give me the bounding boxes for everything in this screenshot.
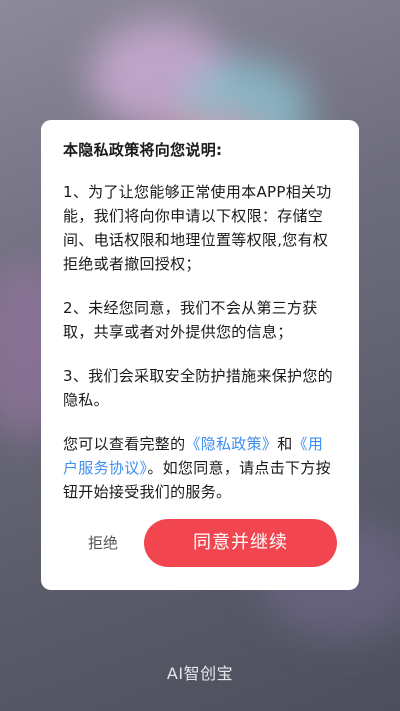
policy-prefix-text: 您可以查看完整的 xyxy=(63,435,186,453)
permission-paragraph: 1、为了让您能够正常使用本APP相关功能，我们将向你申请以下权限：存储空间、电话… xyxy=(63,183,332,273)
dialog-actions: 拒绝 同意并继续 xyxy=(41,519,359,567)
privacy-dialog: 本隐私政策将向您说明: 1、为了让您能够正常使用本APP相关功能，我们将向你申请… xyxy=(41,120,359,590)
security-paragraph: 3、我们会采取安全防护措施来保护您的隐私。 xyxy=(63,367,333,409)
and-text: 和 xyxy=(277,435,293,453)
policy-links-paragraph: 您可以查看完整的《隐私政策》和《用户服务协议》。如您同意，请点击下方按钮开始接受… xyxy=(63,432,337,504)
privacy-policy-link[interactable]: 《隐私政策》 xyxy=(185,435,277,453)
reject-button[interactable]: 拒绝 xyxy=(81,519,125,567)
sharing-paragraph: 2、未经您同意，我们不会从第三方获取，共享或者对外提供您的信息； xyxy=(63,299,318,341)
app-name: AI智创宝 xyxy=(166,664,234,683)
agree-continue-button[interactable]: 同意并继续 xyxy=(144,519,337,567)
dialog-title: 本隐私政策将向您说明: xyxy=(63,141,223,159)
screen: 本隐私政策将向您说明: 1、为了让您能够正常使用本APP相关功能，我们将向你申请… xyxy=(0,0,400,711)
